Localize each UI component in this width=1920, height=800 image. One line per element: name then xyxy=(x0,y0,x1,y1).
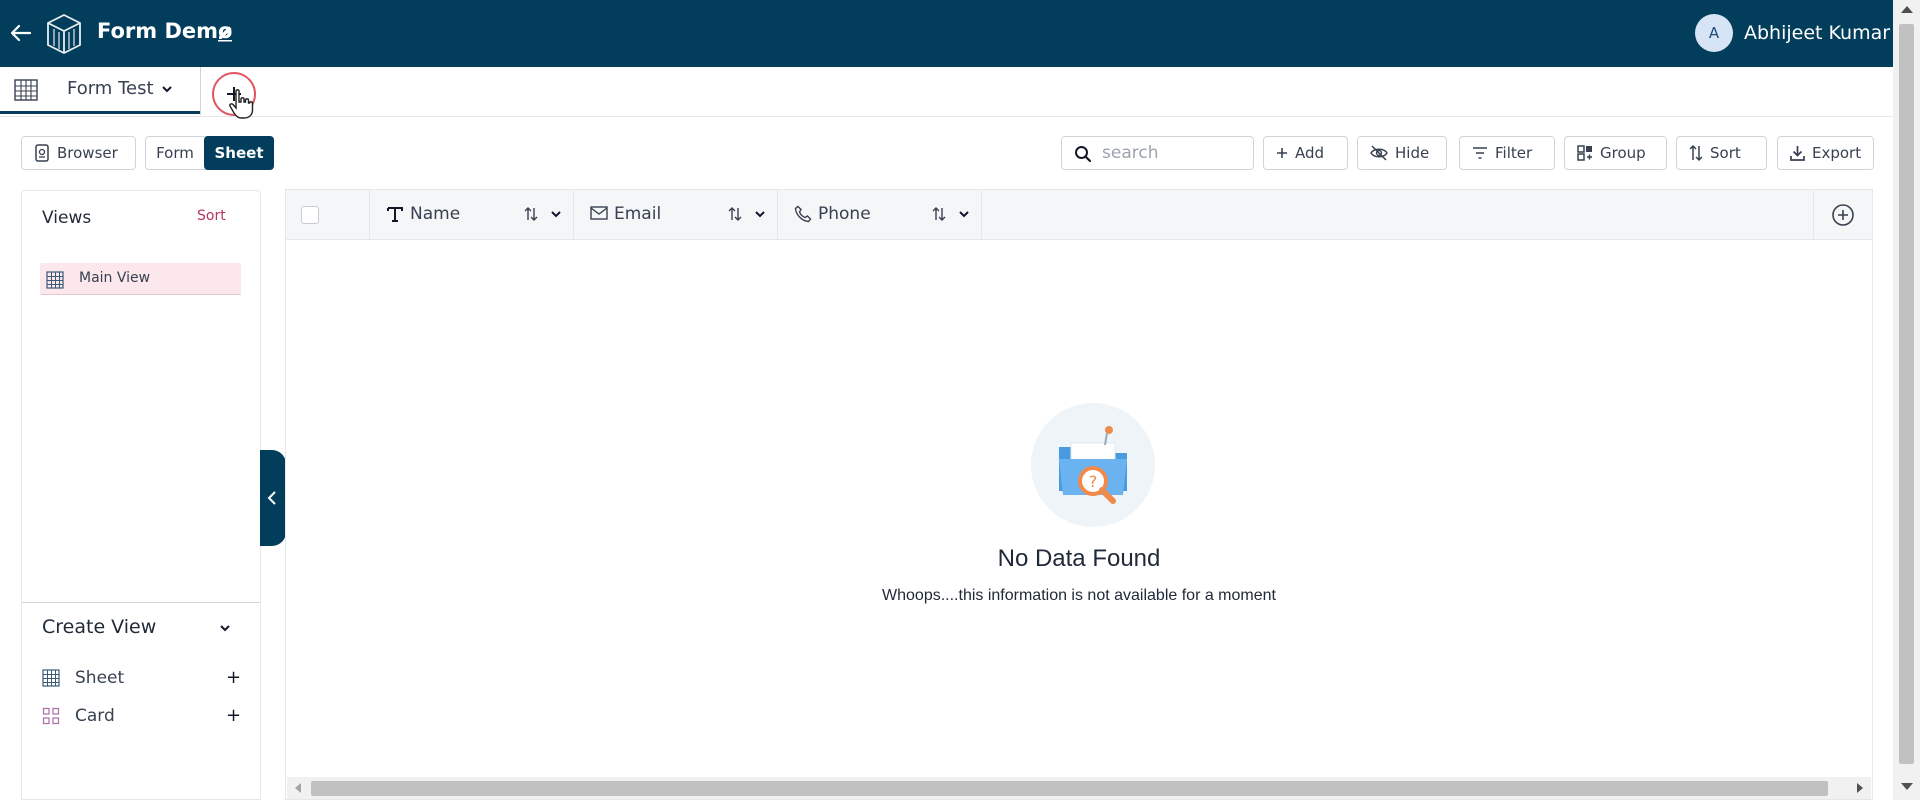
scrollbar-thumb[interactable] xyxy=(311,781,1828,796)
view-item-label: Main View xyxy=(79,270,151,286)
tab-label: Form Test xyxy=(67,78,154,99)
form-mode-button[interactable]: Form xyxy=(146,137,204,169)
sort-arrows-icon[interactable] xyxy=(932,206,946,222)
view-item-main-view[interactable]: Main View xyxy=(40,263,241,295)
sort-arrows-icon[interactable] xyxy=(728,206,742,222)
chevron-down-icon[interactable] xyxy=(754,208,766,220)
group-label: Group xyxy=(1600,144,1646,162)
chevron-left-icon xyxy=(267,491,276,505)
chevron-down-icon[interactable] xyxy=(958,208,970,220)
column-label: Phone xyxy=(818,204,871,224)
group-icon xyxy=(1577,145,1592,161)
sort-label: Sort xyxy=(1710,144,1741,162)
plus-icon xyxy=(1277,148,1287,158)
search-input[interactable] xyxy=(1102,141,1247,165)
mode-toggle: Form Sheet xyxy=(145,136,274,170)
app-title: Form Demo xyxy=(97,19,233,43)
collapse-panel-handle[interactable] xyxy=(260,450,286,546)
scroll-left-arrow-icon[interactable] xyxy=(295,783,301,793)
table-icon xyxy=(42,669,60,687)
plus-icon[interactable]: + xyxy=(226,705,241,726)
create-view-title: Create View xyxy=(42,616,157,638)
browser-label: Browser xyxy=(57,144,118,162)
filter-icon xyxy=(1473,147,1487,159)
page-vertical-scrollbar[interactable] xyxy=(1893,0,1920,800)
svg-text:?: ? xyxy=(1089,472,1098,491)
group-button[interactable]: Group xyxy=(1564,136,1667,170)
add-column-icon[interactable] xyxy=(1831,203,1855,227)
scrollbar-thumb[interactable] xyxy=(1899,24,1914,764)
eye-off-icon xyxy=(1370,145,1388,161)
sort-arrows-icon xyxy=(1689,144,1703,162)
back-arrow-icon[interactable] xyxy=(8,20,34,46)
scroll-down-arrow-icon[interactable] xyxy=(1901,783,1913,790)
views-sort-link[interactable]: Sort xyxy=(197,208,226,224)
data-grid: Name Email Phone ? No Data Found Whoops.… xyxy=(285,189,1873,800)
empty-state-message: Whoops....this information is not availa… xyxy=(882,587,1276,604)
empty-state-title: No Data Found xyxy=(997,545,1161,572)
sort-button[interactable]: Sort xyxy=(1676,136,1767,170)
create-sheet-view[interactable]: Sheet + xyxy=(42,665,242,693)
empty-folder-search-illustration: ? xyxy=(1031,403,1155,527)
browser-icon xyxy=(35,144,49,162)
sheet-mode-button[interactable]: Sheet xyxy=(204,136,274,170)
grid-horizontal-scrollbar[interactable] xyxy=(287,777,1871,799)
tab-form-test[interactable]: Form Test xyxy=(0,67,200,114)
add-column-divider xyxy=(1813,190,1814,240)
column-header-email[interactable]: Email xyxy=(574,190,778,240)
create-card-view[interactable]: Card + xyxy=(42,703,242,731)
mail-icon xyxy=(590,206,608,220)
export-button[interactable]: Export xyxy=(1777,136,1874,170)
export-label: Export xyxy=(1812,144,1862,162)
create-sheet-label: Sheet xyxy=(75,668,125,688)
grid-header: Name Email Phone xyxy=(286,190,1872,240)
app-logo xyxy=(47,13,81,55)
divider xyxy=(22,602,260,603)
views-panel: Views Sort Main View Create View Sheet +… xyxy=(21,190,261,800)
plus-icon[interactable]: + xyxy=(226,667,241,688)
browser-button[interactable]: Browser xyxy=(21,136,136,170)
card-grid-icon xyxy=(42,707,60,725)
scroll-right-arrow-icon[interactable] xyxy=(1857,783,1863,793)
table-icon xyxy=(46,271,64,289)
tab-bar: Form Test xyxy=(0,67,1893,117)
chevron-down-icon[interactable] xyxy=(550,208,562,220)
select-all-checkbox[interactable] xyxy=(301,206,319,224)
column-label: Email xyxy=(614,204,662,224)
hide-label: Hide xyxy=(1395,144,1430,162)
column-label: Name xyxy=(410,204,461,224)
filter-button[interactable]: Filter xyxy=(1459,136,1555,170)
tab-divider xyxy=(200,67,201,115)
mouse-pointer-icon xyxy=(229,89,254,119)
chevron-down-icon[interactable] xyxy=(160,82,174,96)
column-header-name[interactable]: Name xyxy=(370,190,574,240)
sort-arrows-icon[interactable] xyxy=(524,206,538,222)
scroll-up-arrow-icon[interactable] xyxy=(1901,6,1913,13)
user-name[interactable]: Abhijeet Kumar xyxy=(1744,22,1890,44)
chevron-down-icon[interactable] xyxy=(218,621,232,635)
app-header: Form Demo A Abhijeet Kumar xyxy=(0,0,1893,67)
create-card-label: Card xyxy=(75,706,115,726)
select-all-cell xyxy=(286,190,370,240)
download-icon xyxy=(1790,146,1805,161)
hide-button[interactable]: Hide xyxy=(1357,136,1447,170)
add-button[interactable]: Add xyxy=(1263,136,1348,170)
search-field[interactable] xyxy=(1061,136,1254,170)
text-type-icon xyxy=(387,207,403,222)
edit-pencil-icon[interactable] xyxy=(216,24,234,42)
views-title: Views xyxy=(42,208,92,228)
search-icon xyxy=(1075,146,1092,163)
phone-icon xyxy=(794,205,812,223)
column-header-phone[interactable]: Phone xyxy=(778,190,982,240)
add-label: Add xyxy=(1295,144,1325,162)
table-icon xyxy=(14,79,38,101)
filter-label: Filter xyxy=(1495,144,1533,162)
user-avatar[interactable]: A xyxy=(1695,14,1733,52)
